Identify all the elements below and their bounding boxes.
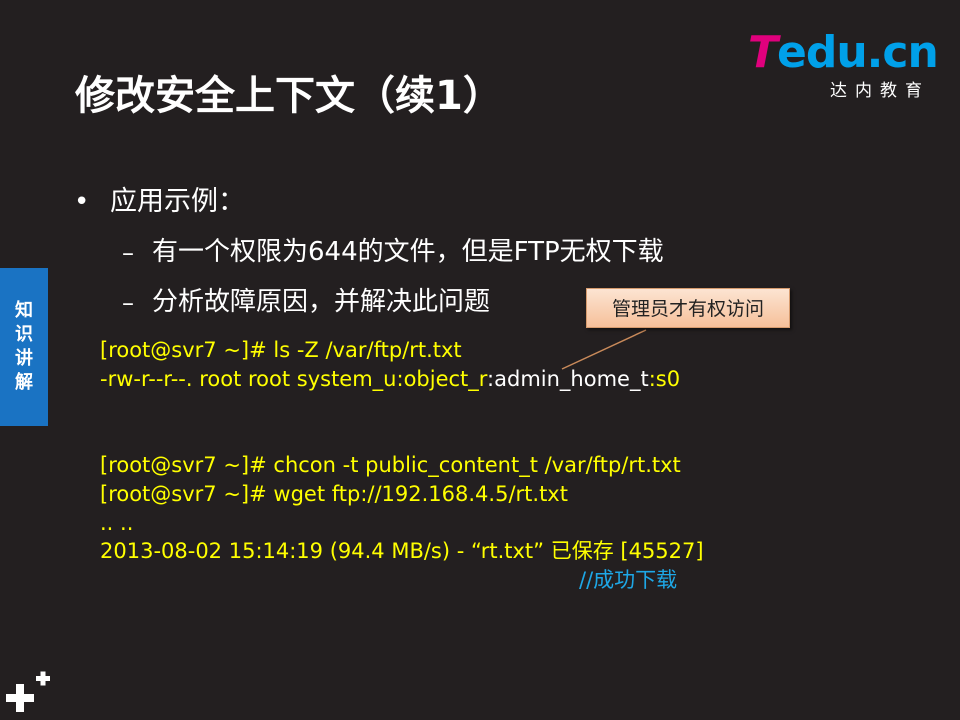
code-segment: :s0 bbox=[648, 367, 681, 391]
sub-item-text: 有一个权限为644的文件，但是FTP无权下载 bbox=[152, 237, 664, 267]
tedu-logo: Tedu.cn 达内教育 bbox=[748, 27, 939, 102]
code-line: [root@svr7 ~]# chcon -t public_content_t… bbox=[100, 453, 681, 477]
bullet-dot: • bbox=[74, 187, 90, 217]
code-segment: -rw-r--r--. root root system_u:object_r bbox=[100, 367, 488, 391]
slide-title: 修改安全上下文（续1） bbox=[75, 73, 503, 119]
code-line: .. .. bbox=[100, 511, 134, 535]
sub-item-dash: – bbox=[122, 289, 134, 317]
side-tab-char: 解 bbox=[15, 372, 33, 393]
callout-box: 管理员才有权访问 bbox=[586, 288, 790, 328]
logo-mark: Tedu.cn bbox=[748, 27, 939, 78]
code-highlight: :admin_home_t bbox=[487, 367, 649, 391]
plus-icon bbox=[6, 671, 50, 712]
sub-item-text: 分析故障原因，并解决此问题 bbox=[152, 287, 491, 317]
code-comment: //成功下载 bbox=[579, 568, 678, 592]
sub-item-dash: – bbox=[122, 239, 134, 267]
side-tab-char: 识 bbox=[15, 324, 33, 345]
code-line: 2013-08-02 15:14:19 (94.4 MB/s) - “rt.tx… bbox=[100, 539, 704, 563]
logo-mark-first: T bbox=[748, 27, 778, 78]
code-line: [root@svr7 ~]# wget ftp://192.168.4.5/rt… bbox=[100, 482, 568, 506]
logo-subtitle: 达内教育 bbox=[830, 81, 930, 101]
logo-mark-rest: edu.cn bbox=[777, 27, 939, 78]
code-line: -rw-r--r--. root root system_u:object_r:… bbox=[100, 365, 680, 394]
side-tab-char: 知 bbox=[15, 300, 33, 321]
side-tab-knowledge: 知 识 讲 解 bbox=[0, 268, 48, 426]
side-tab-char: 讲 bbox=[15, 348, 33, 369]
bullet-text: 应用示例： bbox=[110, 186, 245, 217]
code-line: [root@svr7 ~]# ls -Z /var/ftp/rt.txt bbox=[100, 338, 462, 362]
